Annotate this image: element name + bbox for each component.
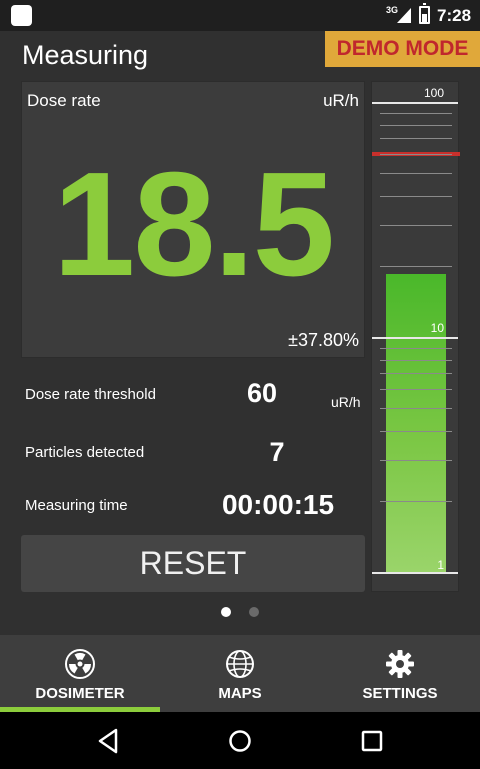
- signal-icon: [397, 8, 411, 23]
- gear-icon: [386, 650, 414, 678]
- particles-value: 7: [269, 437, 285, 467]
- meter-tick: [380, 173, 452, 174]
- demo-mode-badge: DEMO MODE: [325, 31, 480, 67]
- tab-dosimeter[interactable]: DOSIMETER: [0, 635, 160, 712]
- meter-tick: [380, 125, 452, 126]
- back-icon[interactable]: [91, 724, 125, 758]
- meter-label-100: 100: [423, 86, 444, 100]
- meter-tick: [380, 431, 452, 432]
- recents-icon[interactable]: [355, 724, 389, 758]
- home-icon[interactable]: [223, 724, 257, 758]
- status-time: 7:28: [437, 6, 472, 25]
- meter-major-tick: [372, 102, 458, 104]
- meter-major-tick: [372, 337, 458, 339]
- dose-rate-panel: Dose rate uR/h 18.5 ±37.80%: [21, 81, 365, 358]
- threshold-unit: uR/h: [331, 394, 361, 410]
- system-nav-bar: [0, 712, 480, 769]
- meter-tick: [380, 501, 452, 502]
- meter-tick: [380, 348, 452, 349]
- dose-rate-value: 18.5: [52, 142, 335, 307]
- app-notification-icon: [11, 5, 32, 26]
- meter-tick: [380, 225, 452, 226]
- bottom-tab-bar: DOSIMETER MAPS SETTINGS: [0, 635, 480, 712]
- page-title: Measuring: [22, 40, 149, 70]
- threshold-value: 60: [246, 378, 278, 408]
- radiation-icon: [65, 649, 95, 679]
- measuring-time-value: 00:00:15: [221, 489, 335, 520]
- meter-major-tick: [372, 572, 458, 574]
- particles-label: Particles detected: [25, 444, 145, 461]
- meter-tick: [380, 154, 452, 155]
- meter-tick: [380, 138, 452, 139]
- tab-settings[interactable]: SETTINGS: [320, 635, 480, 712]
- tab-dosimeter-label: DOSIMETER: [35, 685, 125, 702]
- globe-icon: [226, 650, 254, 678]
- meter-label-10: 10: [430, 321, 444, 335]
- measuring-time-label: Measuring time: [25, 497, 128, 514]
- meter-tick: [380, 408, 452, 409]
- tab-maps-label: MAPS: [218, 685, 262, 702]
- meter-label-1: 1: [437, 558, 444, 572]
- reset-button[interactable]: RESET: [21, 535, 365, 592]
- meter-tick: [380, 460, 452, 461]
- page-dot-active[interactable]: [221, 607, 231, 617]
- meter-tick: [380, 373, 452, 374]
- meter-tick: [380, 196, 452, 197]
- tab-maps[interactable]: MAPS: [160, 635, 320, 712]
- dose-level-meter: 100 10 1: [371, 81, 460, 592]
- meter-tick: [380, 360, 452, 361]
- dose-rate-unit: uR/h: [323, 91, 359, 110]
- threshold-label: Dose rate threshold: [25, 386, 156, 403]
- tab-settings-label: SETTINGS: [362, 685, 438, 702]
- status-bar: 3G 7:28: [0, 0, 480, 31]
- meter-tick: [380, 113, 452, 114]
- page-dot[interactable]: [249, 607, 259, 617]
- dose-level-bar: [386, 274, 446, 572]
- meter-tick: [380, 389, 452, 390]
- meter-tick: [380, 266, 452, 267]
- battery-icon: [419, 3, 430, 24]
- dose-rate-error: ±37.80%: [288, 330, 359, 350]
- dose-rate-label: Dose rate: [27, 91, 101, 110]
